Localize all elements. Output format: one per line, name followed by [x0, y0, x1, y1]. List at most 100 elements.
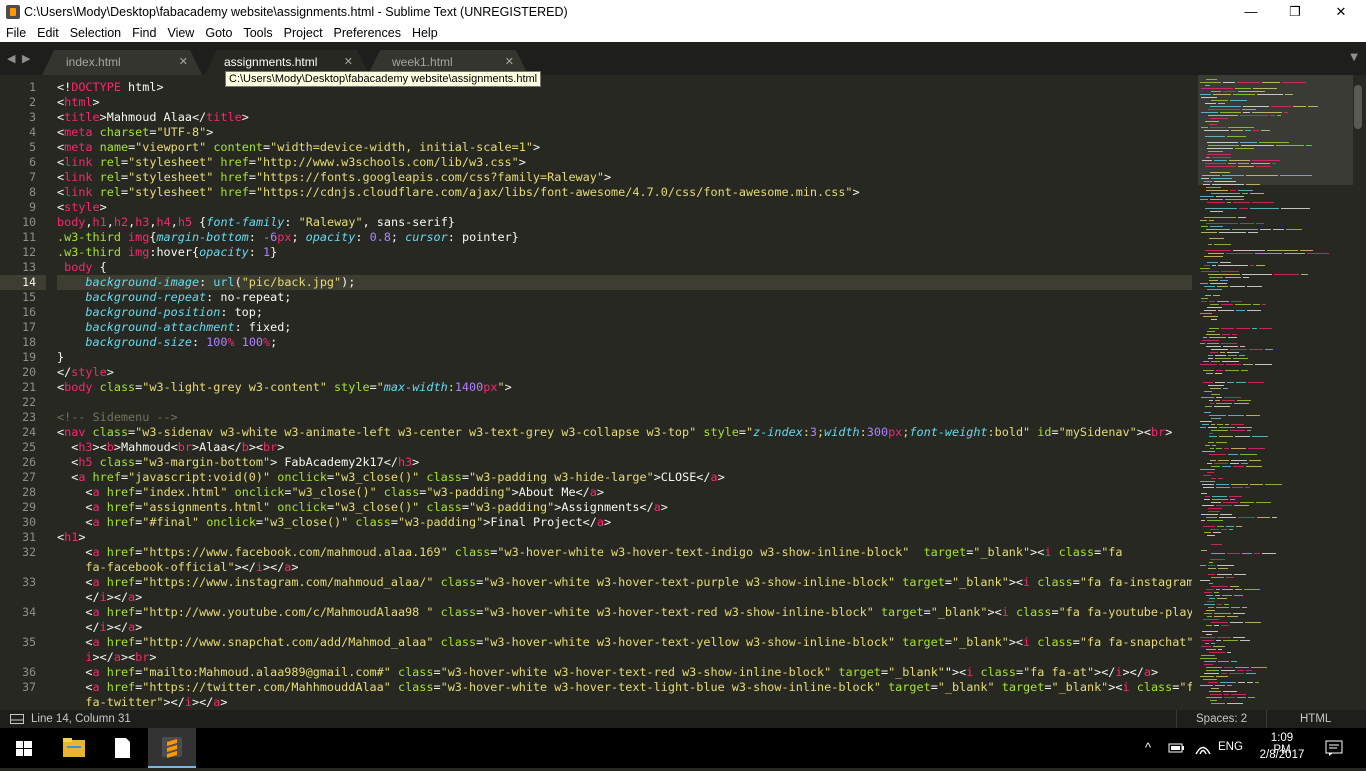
- code-token: "w3-hover-white w3-hover-text-yellow w3-…: [483, 635, 896, 649]
- file-explorer-icon[interactable]: [50, 728, 98, 768]
- code-line[interactable]: <a href="#final" onclick="w3_close()" cl…: [57, 515, 1192, 530]
- menu-file[interactable]: File: [0, 24, 31, 42]
- code-line[interactable]: background-attachment: fixed;: [57, 320, 1192, 335]
- minimize-button[interactable]: —: [1228, 0, 1274, 24]
- code-line[interactable]: [57, 395, 1192, 410]
- code-line[interactable]: <a href="javascript:void(0)" onclick="w3…: [57, 470, 1192, 485]
- code-line[interactable]: fa-twitter"></i></a>: [57, 695, 1192, 710]
- code-token: h2: [113, 215, 129, 229]
- code-line[interactable]: <h1>: [57, 530, 1192, 545]
- action-center-icon[interactable]: [1325, 740, 1343, 756]
- menu-help[interactable]: Help: [406, 24, 443, 42]
- code-line[interactable]: <h5 class="w3-margin-bottom"> FabAcademy…: [57, 455, 1192, 470]
- code-token: :: [447, 380, 455, 394]
- code-token: "_blank": [951, 635, 1009, 649]
- code-token: ></: [191, 695, 214, 709]
- code-line[interactable]: background-size: 100% 100%;: [57, 335, 1192, 350]
- code-line[interactable]: </i></a>: [57, 620, 1192, 635]
- restore-button[interactable]: ❐: [1272, 0, 1318, 24]
- code-line[interactable]: <body class="w3-light-grey w3-content" s…: [57, 380, 1192, 395]
- minimap-line: [1210, 448, 1214, 449]
- code-line[interactable]: <style>: [57, 200, 1192, 215]
- indentation-setting[interactable]: Spaces: 2: [1196, 710, 1247, 728]
- code-line[interactable]: .w3-third img{margin-bottom: -6px; opaci…: [57, 230, 1192, 245]
- code-line[interactable]: <meta name="viewport" content="width=dev…: [57, 140, 1192, 155]
- code-line[interactable]: .w3-third img:hover{opacity: 1}: [57, 245, 1192, 260]
- code-line[interactable]: <link rel="stylesheet" href="http://www.…: [57, 155, 1192, 170]
- minimap-line: [1214, 244, 1231, 245]
- code-token: ,: [149, 215, 157, 229]
- code-line[interactable]: background-repeat: no-repeat;: [57, 290, 1192, 305]
- panel-toggle-icon[interactable]: [10, 714, 24, 724]
- menu-project[interactable]: Project: [278, 24, 328, 42]
- syntax-setting[interactable]: HTML: [1300, 710, 1331, 728]
- menu-bar: File Edit Selection Find View Goto Tools Projec…: [0, 24, 1366, 42]
- code-line[interactable]: <a href = "https://www.instagram.com/mahmo…: [57, 575, 1192, 590]
- code-line[interactable]: <nav class="w3-sidenav w3-white w3-anima…: [57, 425, 1192, 440]
- code-line[interactable]: <!-- Sidemenu -->: [57, 410, 1192, 425]
- code-token: h1: [92, 215, 107, 229]
- code-line[interactable]: <link rel="stylesheet" href="https://cdn…: [57, 185, 1192, 200]
- code-line[interactable]: <a href="index.html" onclick="w3_close()…: [57, 485, 1192, 500]
- code-line[interactable]: body {: [57, 260, 1192, 275]
- tab-dropdown-icon[interactable]: ▼: [1350, 52, 1358, 63]
- minimap-line: [1262, 553, 1276, 554]
- minimap-line: [1217, 424, 1223, 425]
- code-line[interactable]: <html>: [57, 95, 1192, 110]
- menu-preferences[interactable]: Preferences: [328, 24, 406, 42]
- code-line[interactable]: <title>Mahmoud Alaa</title>: [57, 110, 1192, 125]
- code-line[interactable]: <a href = "https://twitter.com/MahhmouddAl…: [57, 680, 1192, 695]
- minimap-line: [1208, 109, 1240, 110]
- menu-view[interactable]: View: [161, 24, 199, 42]
- tab-back-arrow-icon[interactable]: ◀: [7, 52, 15, 65]
- battery-icon[interactable]: [1168, 741, 1186, 755]
- menu-find[interactable]: Find: [126, 24, 161, 42]
- minimap-line: [1228, 415, 1244, 416]
- code-line[interactable]: <a href = "http://www.snapchat.com/add/Mah…: [57, 635, 1192, 650]
- clock-date[interactable]: 2/8/2017: [1257, 749, 1307, 761]
- minimap[interactable]: [1198, 75, 1353, 710]
- close-window-button[interactable]: ✕: [1318, 0, 1364, 24]
- minimap-line: [1205, 445, 1210, 446]
- code-line[interactable]: }: [57, 350, 1192, 365]
- code-token: =: [1051, 605, 1059, 619]
- minimap-line: [1204, 664, 1213, 665]
- code-line[interactable]: body,h1,h2,h3,h4,h5 {font-family: "Ralew…: [57, 215, 1192, 230]
- input-language[interactable]: ENG: [1218, 741, 1243, 753]
- code-token: img: [128, 245, 150, 259]
- code-line[interactable]: background-position: top;: [57, 305, 1192, 320]
- editor-area[interactable]: 1 2 3 4 5 6 7 8 9 10 11 12 13 14 15 16 17 18 19 20 21 22 23 24 2…: [0, 75, 1366, 710]
- code-line[interactable]: <h3><b>Mahmoud<br>Alaa</b><br>: [57, 440, 1192, 455]
- code-line[interactable]: fa-facebook-official"></i></a>: [57, 560, 1192, 575]
- menu-selection[interactable]: Selection: [64, 24, 126, 42]
- code-line[interactable]: <a href="assignments.html" onclick="w3_c…: [57, 500, 1192, 515]
- code-line[interactable]: </style>: [57, 365, 1192, 380]
- code-line[interactable]: <a href="https://www.facebook.com/mahmou…: [57, 545, 1192, 560]
- tab-index-html[interactable]: index.html ✕: [42, 50, 202, 75]
- tab-forward-arrow-icon[interactable]: ▶: [22, 52, 30, 65]
- minimap-line: [1214, 613, 1231, 614]
- code-token: ><: [987, 605, 1002, 619]
- menu-tools[interactable]: Tools: [237, 24, 277, 42]
- menu-goto[interactable]: Goto: [199, 24, 237, 42]
- code-line[interactable]: i></a><br>: [57, 650, 1192, 665]
- line-number: 22: [22, 395, 36, 409]
- code-line[interactable]: background-image: url("pic/back.jpg");: [57, 275, 1192, 290]
- line-number: [0, 650, 46, 665]
- wifi-icon[interactable]: [1194, 740, 1212, 756]
- tab-close-icon[interactable]: ✕: [179, 50, 188, 75]
- code-line[interactable]: <meta charset="UTF-8">: [57, 125, 1192, 140]
- menu-edit[interactable]: Edit: [31, 24, 64, 42]
- taskbar-sublime-item[interactable]: [148, 728, 196, 768]
- document-icon[interactable]: [98, 728, 146, 768]
- code-line[interactable]: <link rel="stylesheet" href="https://fon…: [57, 170, 1192, 185]
- code-line[interactable]: <a href = "http://www.youtube.com/c/Mahmou…: [57, 605, 1192, 620]
- code-view[interactable]: <!DOCTYPE html> <html> <title>Mahmoud Alaa…: [57, 80, 1192, 710]
- code-line[interactable]: </i></a>: [57, 590, 1192, 605]
- minimap-line: [1226, 526, 1234, 527]
- windows-start-icon[interactable]: [0, 728, 48, 768]
- vertical-scrollbar-thumb[interactable]: [1354, 85, 1362, 129]
- minimap-line: [1227, 652, 1231, 653]
- code-line[interactable]: <a href="mailto:Mahmoud.alaa989@gmail.co…: [57, 665, 1192, 680]
- tray-chevron-icon[interactable]: ^: [1145, 740, 1151, 755]
